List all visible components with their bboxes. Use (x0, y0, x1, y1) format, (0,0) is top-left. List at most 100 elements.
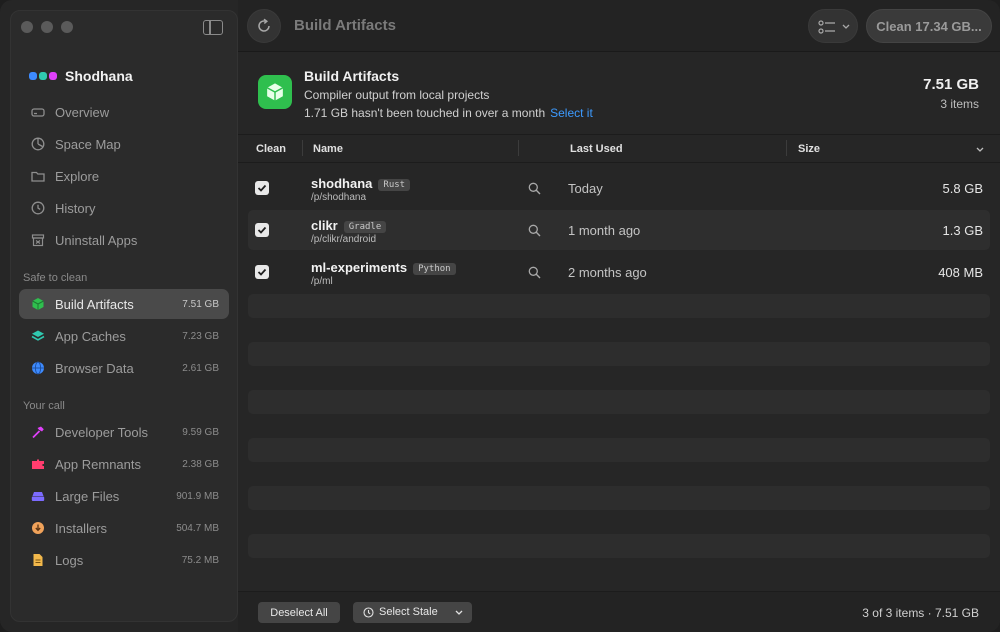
download-icon (32, 522, 44, 534)
folder-icon (31, 171, 45, 182)
project-size: 1.3 GB (942, 223, 983, 238)
column-divider (302, 140, 303, 156)
last-used: 2 months ago (568, 265, 647, 280)
project-name-text: shodhana (311, 176, 373, 191)
safe-nav: Build Artifacts 7.51 GB App Caches 7.23 … (19, 289, 229, 385)
project-size: 5.8 GB (942, 181, 983, 196)
section-label-safe: Safe to clean (23, 272, 88, 284)
empty-row-placeholder (248, 486, 990, 510)
sidebar-item-app-caches[interactable]: App Caches 7.23 GB (19, 321, 229, 351)
sidebar-item-logs[interactable]: Logs 75.2 MB (19, 545, 229, 575)
sidebar: Shodhana Overview Space Map Explore Hist… (10, 10, 238, 622)
layers-icon (31, 330, 45, 341)
view-options-button[interactable] (808, 9, 858, 43)
project-path: /p/shodhana (311, 192, 367, 203)
trash-box-icon (31, 234, 45, 247)
row-checkbox[interactable] (255, 181, 269, 195)
chevron-down-icon (842, 24, 850, 29)
sidebar-item-uninstall-apps[interactable]: Uninstall Apps (19, 225, 229, 255)
table-row[interactable]: ml-experiments Python /p/ml 2 months ago … (248, 252, 990, 292)
column-header-name[interactable]: Name (313, 143, 343, 155)
table-row[interactable]: shodhana Rust /p/shodhana Today 5.8 GB (248, 168, 990, 208)
sidebar-item-app-remnants[interactable]: App Remnants 2.38 GB (19, 449, 229, 479)
sidebar-item-label: Installers (55, 520, 108, 536)
reveal-search-icon[interactable] (528, 224, 541, 237)
table-row[interactable]: clikr Gradle /p/clikr/android 1 month ago… (248, 210, 990, 250)
hammer-icon (32, 426, 44, 439)
zoom-window-button[interactable] (61, 21, 73, 33)
puzzle-icon (32, 459, 44, 469)
sidebar-item-developer-tools[interactable]: Developer Tools 9.59 GB (19, 417, 229, 447)
project-path: /p/clikr/android (311, 234, 377, 245)
globe-icon (32, 361, 44, 375)
clean-button[interactable]: Clean 17.34 GB... (866, 9, 992, 43)
sidebar-item-label: App Remnants (55, 456, 141, 472)
project-name: clikr Gradle (311, 218, 387, 233)
build-tool-tag: Python (413, 263, 456, 275)
sidebar-item-label: Space Map (55, 136, 121, 152)
checkmark-icon (257, 268, 267, 276)
selection-status: 3 of 3 items · 7.51 GB (862, 606, 979, 620)
sidebar-item-label: Large Files (55, 488, 120, 504)
sidebar-item-build-artifacts[interactable]: Build Artifacts 7.51 GB (19, 289, 229, 319)
main-nav: Overview Space Map Explore History Unins… (19, 97, 229, 257)
category-item-count: 3 items (940, 97, 979, 111)
empty-row-placeholder (248, 534, 990, 558)
refresh-button[interactable] (247, 9, 281, 43)
sidebar-item-installers[interactable]: Installers 504.7 MB (19, 513, 229, 543)
reveal-search-icon[interactable] (528, 266, 541, 279)
sidebar-item-size: 9.59 GB (182, 426, 219, 438)
category-title: Build Artifacts (304, 68, 400, 84)
minimize-window-button[interactable] (41, 21, 53, 33)
empty-row-placeholder (248, 294, 990, 318)
chevron-down-icon[interactable] (455, 610, 463, 616)
column-header-size[interactable]: Size (798, 143, 820, 155)
logo-icon (29, 72, 57, 80)
sidebar-item-size: 2.38 GB (182, 458, 219, 470)
reveal-search-icon[interactable] (528, 182, 541, 195)
project-name-text: ml-experiments (311, 260, 408, 275)
checkmark-icon (257, 184, 267, 192)
stale-text: 1.71 GB hasn't been touched in over a mo… (304, 106, 546, 120)
empty-row-placeholder (248, 390, 990, 414)
close-window-button[interactable] (21, 21, 33, 33)
sidebar-item-size: 2.61 GB (182, 362, 219, 374)
sidebar-item-label: Logs (55, 552, 84, 568)
cube-icon (32, 298, 44, 310)
stale-notice: 1.71 GB hasn't been touched in over a mo… (304, 106, 593, 120)
row-checkbox[interactable] (255, 265, 269, 279)
drive-icon (31, 108, 45, 117)
sidebar-toggle-icon[interactable] (203, 20, 223, 35)
category-subtitle: Compiler output from local projects (304, 88, 490, 102)
sidebar-item-size: 75.2 MB (181, 554, 219, 566)
build-tool-tag: Rust (378, 179, 411, 191)
sort-chevron-icon[interactable] (976, 147, 984, 153)
sidebar-item-overview[interactable]: Overview (19, 97, 229, 127)
toolbar: Build Artifacts Clean 17.34 GB... (238, 0, 1000, 52)
select-stale-button[interactable]: Select Stale (353, 602, 472, 623)
sidebar-item-label: Overview (55, 104, 110, 120)
stack-icon (31, 492, 45, 501)
pie-icon (31, 137, 45, 151)
deselect-all-button[interactable]: Deselect All (258, 602, 340, 623)
list-options-icon (818, 20, 835, 34)
column-header-last-used[interactable]: Last Used (570, 143, 623, 155)
sidebar-item-label: App Caches (55, 328, 126, 344)
refresh-icon (258, 18, 270, 32)
select-stale-link[interactable]: Select it (550, 106, 593, 120)
sidebar-item-label: Developer Tools (55, 424, 148, 440)
sidebar-item-large-files[interactable]: Large Files 901.9 MB (19, 481, 229, 511)
checkmark-icon (257, 226, 267, 234)
window-controls (21, 21, 73, 33)
sidebar-item-explore[interactable]: Explore (19, 161, 229, 191)
table-header: Clean Name Last Used Size (238, 136, 1000, 163)
section-label-your-call: Your call (23, 400, 65, 412)
sidebar-item-space-map[interactable]: Space Map (19, 129, 229, 159)
column-header-clean[interactable]: Clean (256, 143, 286, 155)
empty-row-placeholder (248, 438, 990, 462)
column-divider (518, 140, 519, 156)
sidebar-item-browser-data[interactable]: Browser Data 2.61 GB (19, 353, 229, 383)
sidebar-item-size: 7.51 GB (182, 298, 219, 310)
sidebar-item-history[interactable]: History (19, 193, 229, 223)
row-checkbox[interactable] (255, 223, 269, 237)
